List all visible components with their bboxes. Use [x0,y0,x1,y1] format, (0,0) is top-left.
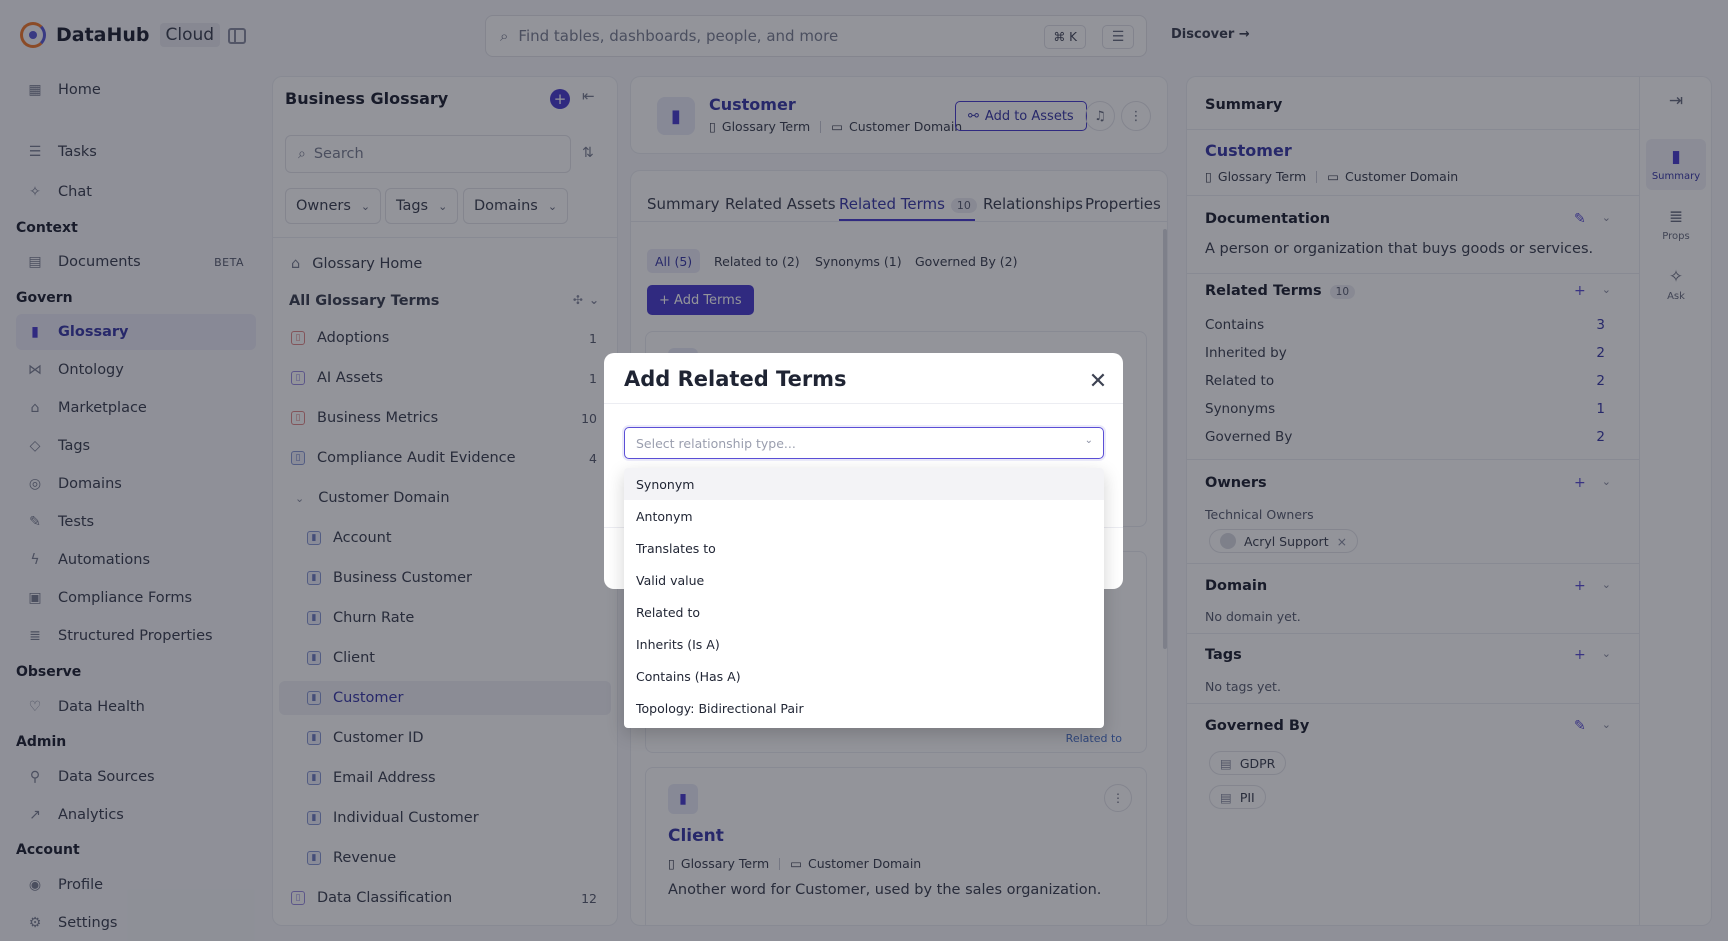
relationship-type-select[interactable]: Select relationship type... ⌄ [624,427,1104,459]
modal-title: Add Related Terms [624,367,847,391]
option-inherits[interactable]: Inherits (Is A) [624,628,1104,660]
option-translates-to[interactable]: Translates to [624,532,1104,564]
relationship-type-dropdown: Synonym Antonym Translates to Valid valu… [624,468,1104,728]
option-antonym[interactable]: Antonym [624,500,1104,532]
divider [604,403,1123,404]
option-topology-bidirectional-pair[interactable]: Topology: Bidirectional Pair [624,692,1104,724]
option-valid-value[interactable]: Valid value [624,564,1104,596]
option-contains[interactable]: Contains (Has A) [624,660,1104,692]
close-icon[interactable]: ✕ [1086,369,1110,394]
chevron-down-icon: ⌄ [1084,435,1093,446]
option-synonym[interactable]: Synonym [624,468,1104,500]
select-placeholder: Select relationship type... [636,435,796,451]
option-related-to[interactable]: Related to [624,596,1104,628]
app-root: DataHub Cloud ⌕ Find tables, dashboards,… [0,0,1728,941]
